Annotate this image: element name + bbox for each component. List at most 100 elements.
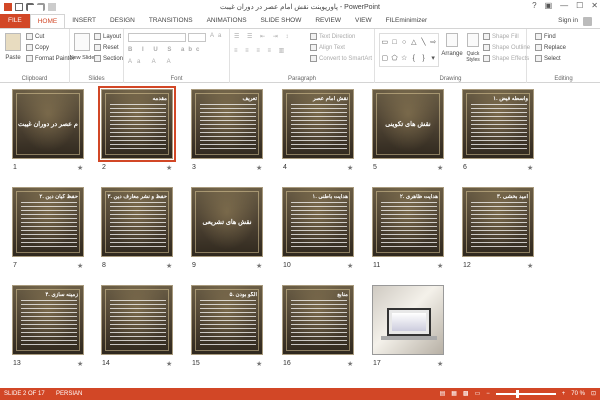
slide-thumbnail[interactable]: منابع (282, 285, 354, 355)
slide-thumbnail[interactable]: تعریف (191, 89, 263, 159)
font-color-icons[interactable]: Aa A A (128, 59, 176, 65)
normal-view-icon[interactable]: ▦ (451, 388, 457, 400)
slide-thumbnail[interactable]: ۱. واسطه فیض (462, 89, 534, 159)
tab-design[interactable]: DESIGN (103, 14, 142, 28)
tab-animations[interactable]: ANIMATIONS (200, 14, 254, 28)
find-button[interactable]: Find (535, 33, 556, 40)
text-direction-button[interactable]: Text Direction (310, 33, 355, 40)
animation-star-icon[interactable]: ★ (527, 262, 533, 270)
animation-star-icon[interactable]: ★ (437, 360, 443, 368)
animation-star-icon[interactable]: ★ (347, 262, 353, 270)
slide-thumbnail[interactable]: نقش های تکوینی (372, 89, 444, 159)
slide-thumbnail[interactable] (372, 285, 444, 355)
slide-thumbnail[interactable]: ۲. هدایت ظاهری (372, 187, 444, 257)
slide-thumbnail[interactable]: ۱. هدایت باطنی (282, 187, 354, 257)
slide-thumbnail[interactable]: نقش امام عصر در دوران غیبت (12, 89, 84, 159)
tab-slide-show[interactable]: SLIDE SHOW (254, 14, 309, 28)
rectangle-shape-icon[interactable]: □ (392, 39, 396, 46)
animation-star-icon[interactable]: ★ (77, 360, 83, 368)
sign-in-link[interactable]: Sign in (558, 14, 578, 28)
cut-button[interactable]: Cut (26, 33, 44, 40)
animation-star-icon[interactable]: ★ (256, 360, 262, 368)
sorter-view-icon[interactable]: ▩ (463, 388, 469, 400)
tab-home[interactable]: HOME (29, 14, 66, 28)
slide-thumbnail[interactable]: نقش های تشریعی (191, 187, 263, 257)
animation-star-icon[interactable]: ★ (166, 360, 172, 368)
arrange-button[interactable]: Arrange (441, 33, 463, 57)
slide-thumbnail[interactable]: ۳. امید بخشی (462, 187, 534, 257)
maximize-icon[interactable]: ☐ (576, 1, 583, 10)
reading-view-icon[interactable]: ▭ (475, 388, 481, 400)
animation-star-icon[interactable]: ★ (77, 262, 83, 270)
font-size-combo[interactable] (188, 33, 206, 42)
avatar[interactable] (583, 17, 592, 26)
redo-icon[interactable] (37, 3, 45, 11)
slide-thumbnail[interactable]: ۴. زمینه سازی (12, 285, 84, 355)
slide-thumbnail[interactable]: ۲. حفظ کیان دین (12, 187, 84, 257)
reset-button[interactable]: Reset (94, 44, 119, 51)
animation-star-icon[interactable]: ★ (437, 164, 443, 172)
animation-star-icon[interactable]: ★ (437, 262, 443, 270)
brace-close-shape-icon[interactable]: } (422, 55, 424, 62)
shape-effects-button[interactable]: Shape Effects (483, 55, 529, 62)
animation-star-icon[interactable]: ★ (347, 360, 353, 368)
list-icons[interactable]: ☰ ☰ ⇤ ⇥ ↕ (234, 33, 291, 40)
section-button[interactable]: Section (94, 55, 123, 62)
close-icon[interactable]: ✕ (591, 1, 598, 10)
pentagon-shape-icon[interactable]: ⬠ (391, 54, 397, 62)
zoom-out-icon[interactable]: − (486, 388, 490, 400)
shrink-font-icon[interactable]: a (218, 33, 221, 39)
font-format-icons[interactable]: B I U S abc (128, 47, 203, 53)
help-icon[interactable]: ? (532, 1, 536, 10)
triangle-shape-icon[interactable]: △ (411, 38, 416, 46)
shape-outline-button[interactable]: Shape Outline (483, 44, 530, 51)
language-indicator[interactable]: PERSIAN (56, 388, 82, 400)
align-icons[interactable]: ≡ ≡ ≡ ≡ ▥ (234, 47, 287, 54)
animation-star-icon[interactable]: ★ (347, 164, 353, 172)
quick-styles-button[interactable]: Quick Styles (465, 33, 481, 63)
slide-thumbnail[interactable]: مقدمه (98, 86, 176, 162)
ribbon-display-icon[interactable]: ▣ (545, 1, 553, 10)
tab-fileminimizer[interactable]: FILEminimizer (379, 14, 435, 28)
fit-slide-icon[interactable]: ⊡ (591, 388, 596, 400)
animation-star-icon[interactable]: ★ (166, 262, 172, 270)
shape-fill-button[interactable]: Shape Fill (483, 33, 519, 40)
layout-button[interactable]: Layout (94, 33, 121, 40)
tab-transitions[interactable]: TRANSITIONS (142, 14, 200, 28)
tab-view[interactable]: VIEW (348, 14, 379, 28)
tab-insert[interactable]: INSERT (65, 14, 103, 28)
minimize-icon[interactable]: — (560, 1, 568, 10)
slide-thumbnail[interactable]: ۳. حفظ و نشر معارف دین (101, 187, 173, 257)
slide-thumbnail[interactable] (101, 285, 173, 355)
oval-shape-icon[interactable]: ○ (402, 39, 406, 46)
textbox-shape-icon[interactable]: ▭ (382, 38, 389, 46)
animation-star-icon[interactable]: ★ (166, 164, 172, 172)
arrow-shape-icon[interactable]: ⇨ (430, 38, 436, 46)
zoom-slider[interactable] (495, 390, 556, 398)
select-button[interactable]: Select (535, 55, 561, 62)
replace-button[interactable]: Replace (535, 44, 566, 51)
slide-thumbnail[interactable]: ۵. الگو بودن (191, 285, 263, 355)
convert-smartart-button[interactable]: Convert to SmartArt (310, 55, 372, 62)
format-painter-button[interactable]: Format Painter (26, 55, 75, 62)
paste-button[interactable]: Paste (3, 33, 23, 61)
notes-icon[interactable]: ▤ (440, 388, 446, 400)
tab-file[interactable]: FILE (0, 14, 30, 28)
align-text-button[interactable]: Align Text (310, 44, 345, 51)
more-shapes-icon[interactable]: ▾ (431, 54, 435, 62)
star-shape-icon[interactable]: ☆ (401, 54, 407, 62)
copy-button[interactable]: Copy (26, 44, 49, 51)
animation-star-icon[interactable]: ★ (77, 164, 83, 172)
zoom-in-icon[interactable]: + (562, 388, 566, 400)
start-slideshow-icon[interactable] (48, 3, 56, 11)
rounded-rect-shape-icon[interactable]: ▢ (382, 54, 389, 62)
brace-shape-icon[interactable]: { (413, 55, 415, 62)
tab-review[interactable]: REVIEW (308, 14, 348, 28)
line-shape-icon[interactable]: ╲ (421, 38, 425, 46)
grow-font-icon[interactable]: A (210, 33, 214, 39)
shapes-gallery[interactable]: ▭ □ ○ △ ╲ ⇨ ▢ ⬠ ☆ {} ▾ (379, 33, 439, 67)
zoom-level[interactable]: 70 % (571, 388, 585, 400)
undo-icon[interactable] (26, 3, 34, 11)
animation-star-icon[interactable]: ★ (527, 164, 533, 172)
slide-thumbnail[interactable]: نقش امام عصر (282, 89, 354, 159)
